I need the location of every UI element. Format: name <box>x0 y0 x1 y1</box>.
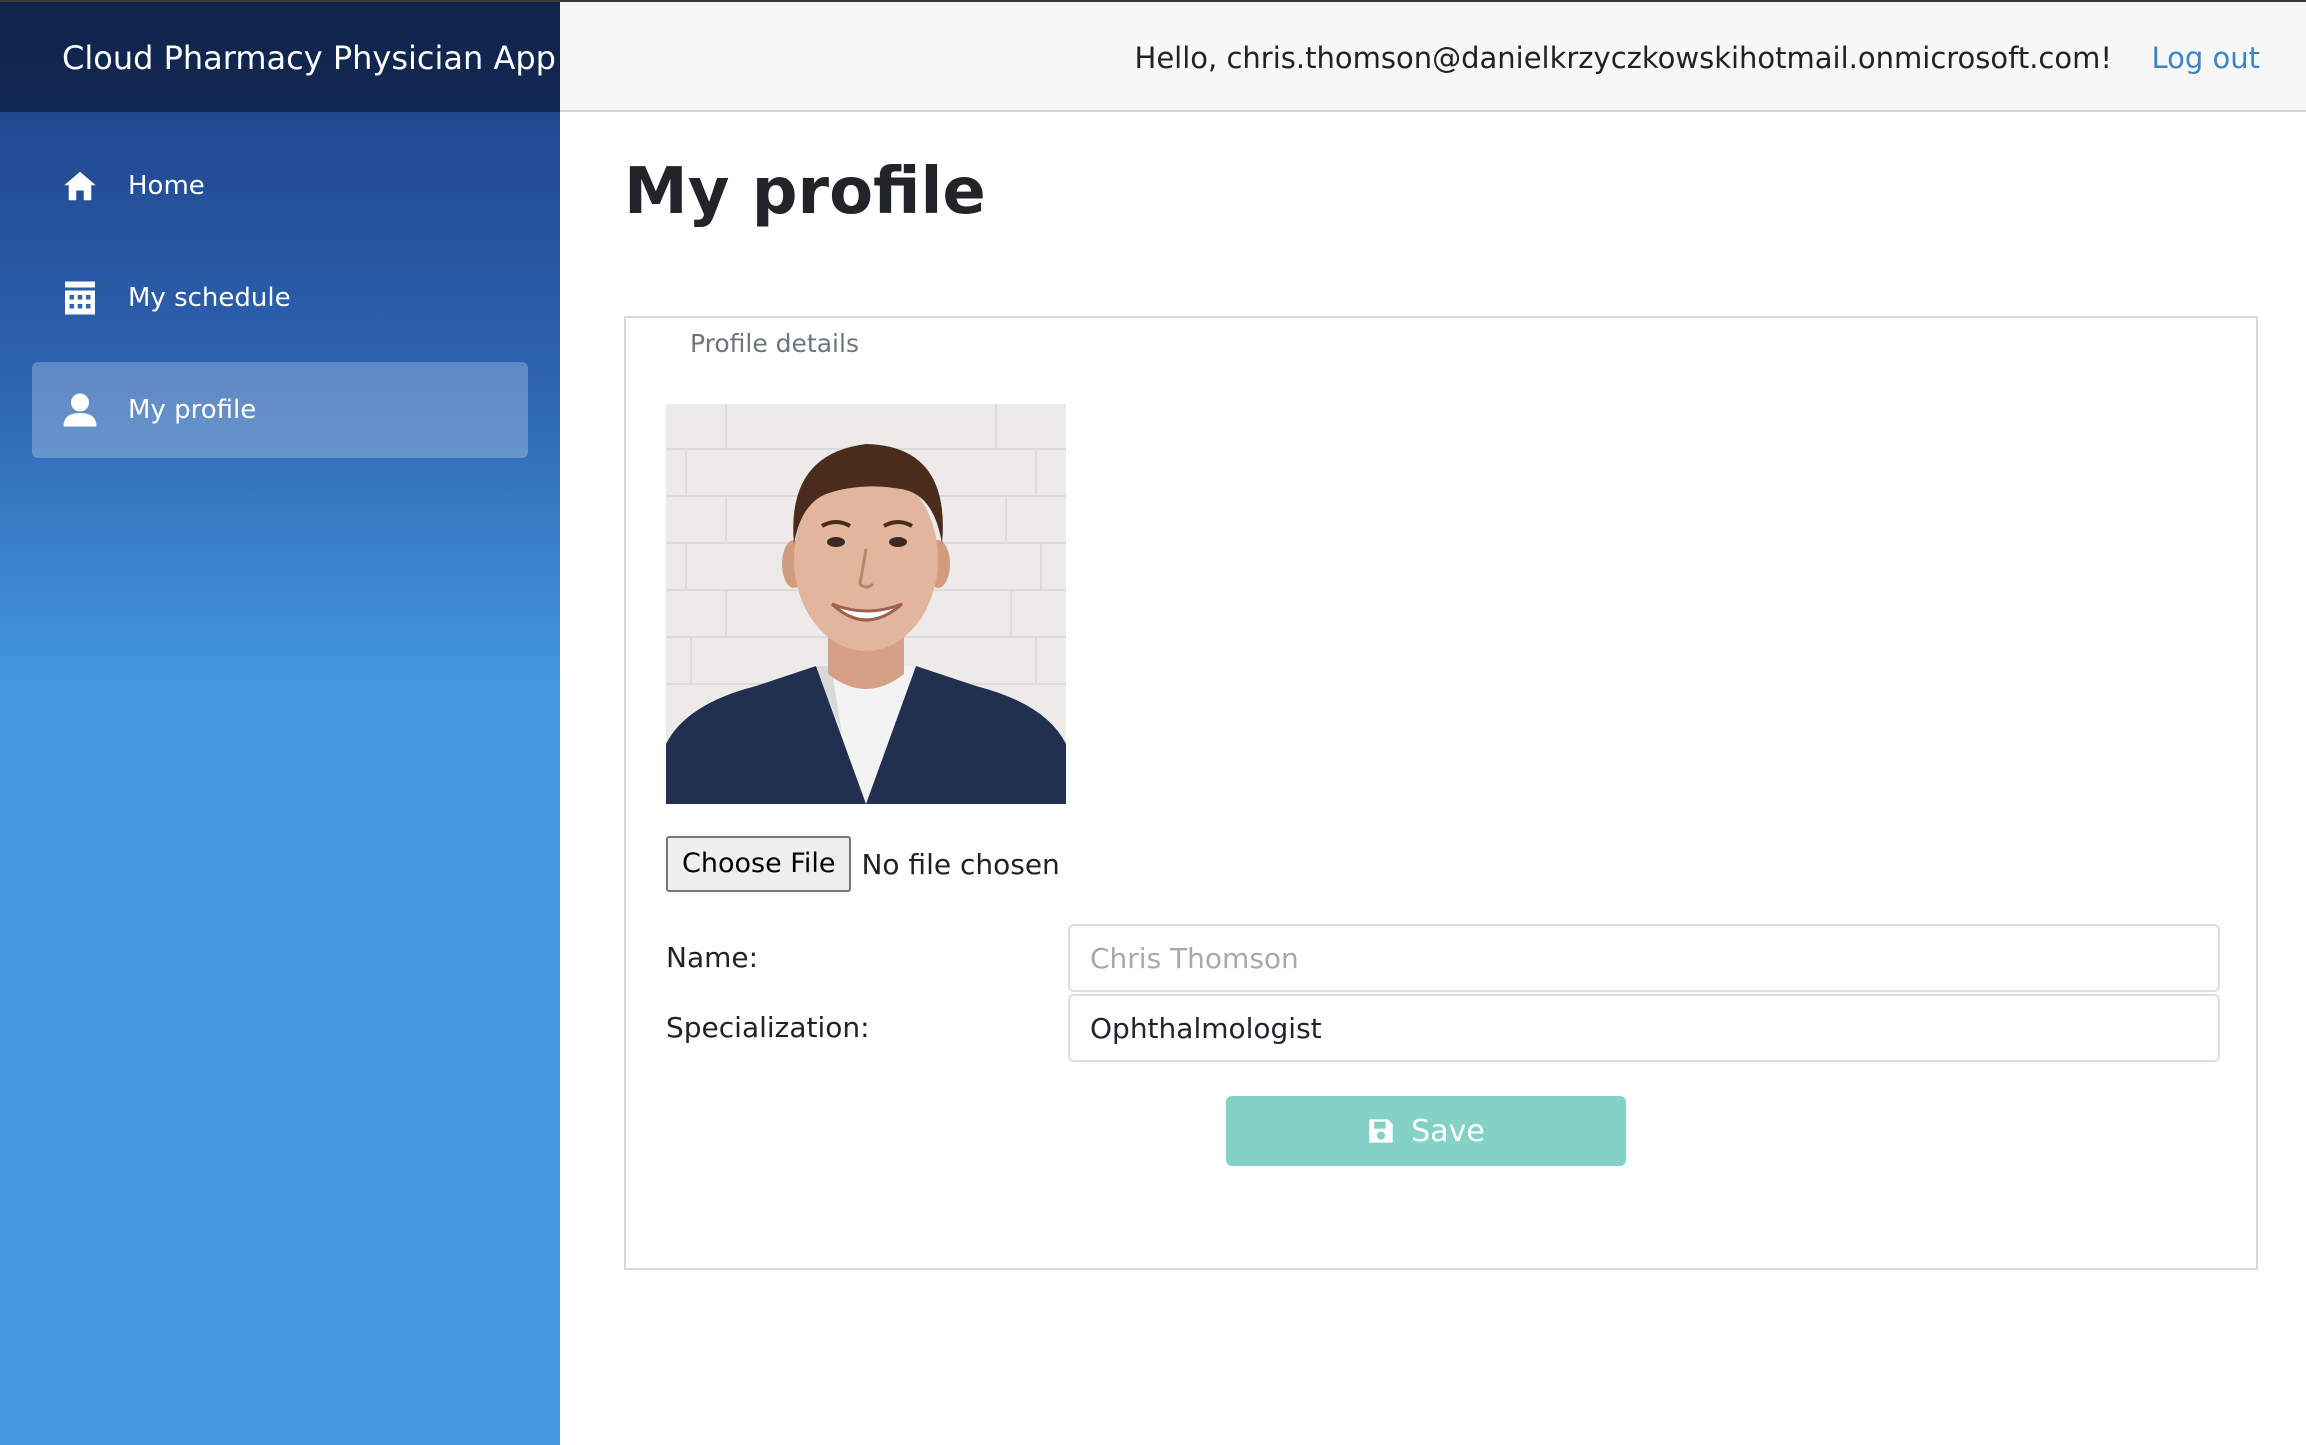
user-greeting: Hello, chris.thomson@danielkrzyczkowskih… <box>1134 41 2112 75</box>
app-root: Cloud Pharmacy Physician App Home My sch… <box>0 0 2306 1445</box>
sidebar-nav: Home My schedule My profile <box>32 138 528 474</box>
sidebar: Cloud Pharmacy Physician App Home My sch… <box>0 0 560 1445</box>
save-button-label: Save <box>1411 1113 1485 1149</box>
top-bar: Hello, chris.thomson@danielkrzyczkowskih… <box>560 0 2306 112</box>
name-label: Name: <box>666 941 759 974</box>
specialization-label: Specialization: <box>666 1011 870 1044</box>
profile-photo-image <box>666 404 1066 804</box>
app-title[interactable]: Cloud Pharmacy Physician App <box>62 36 556 80</box>
save-icon <box>1369 1119 1393 1143</box>
sidebar-item-label: My profile <box>128 395 257 425</box>
brand-bar: Cloud Pharmacy Physician App <box>0 0 560 112</box>
specialization-field[interactable] <box>1068 994 2220 1062</box>
sidebar-item-label: My schedule <box>128 283 291 313</box>
profile-details-legend: Profile details <box>690 329 859 358</box>
file-status-text: No file chosen <box>861 847 1060 881</box>
profile-photo <box>666 404 1066 804</box>
home-icon <box>64 171 96 201</box>
page-title: My profile <box>624 155 986 229</box>
logout-link[interactable]: Log out <box>2151 36 2260 80</box>
sidebar-item-home[interactable]: Home <box>32 138 528 234</box>
sidebar-item-label: Home <box>128 171 205 201</box>
calendar-icon <box>65 281 95 315</box>
user-icon <box>63 393 97 427</box>
sidebar-item-my-profile[interactable]: My profile <box>32 362 528 458</box>
file-upload-row: Choose File No file chosen <box>666 836 1060 892</box>
profile-details-panel: Profile details Choose File No file chos… <box>624 316 2258 1270</box>
choose-file-button[interactable]: Choose File <box>666 836 852 892</box>
sidebar-item-my-schedule[interactable]: My schedule <box>32 250 528 346</box>
name-field[interactable] <box>1068 924 2220 992</box>
save-button[interactable]: Save <box>1226 1096 1626 1166</box>
